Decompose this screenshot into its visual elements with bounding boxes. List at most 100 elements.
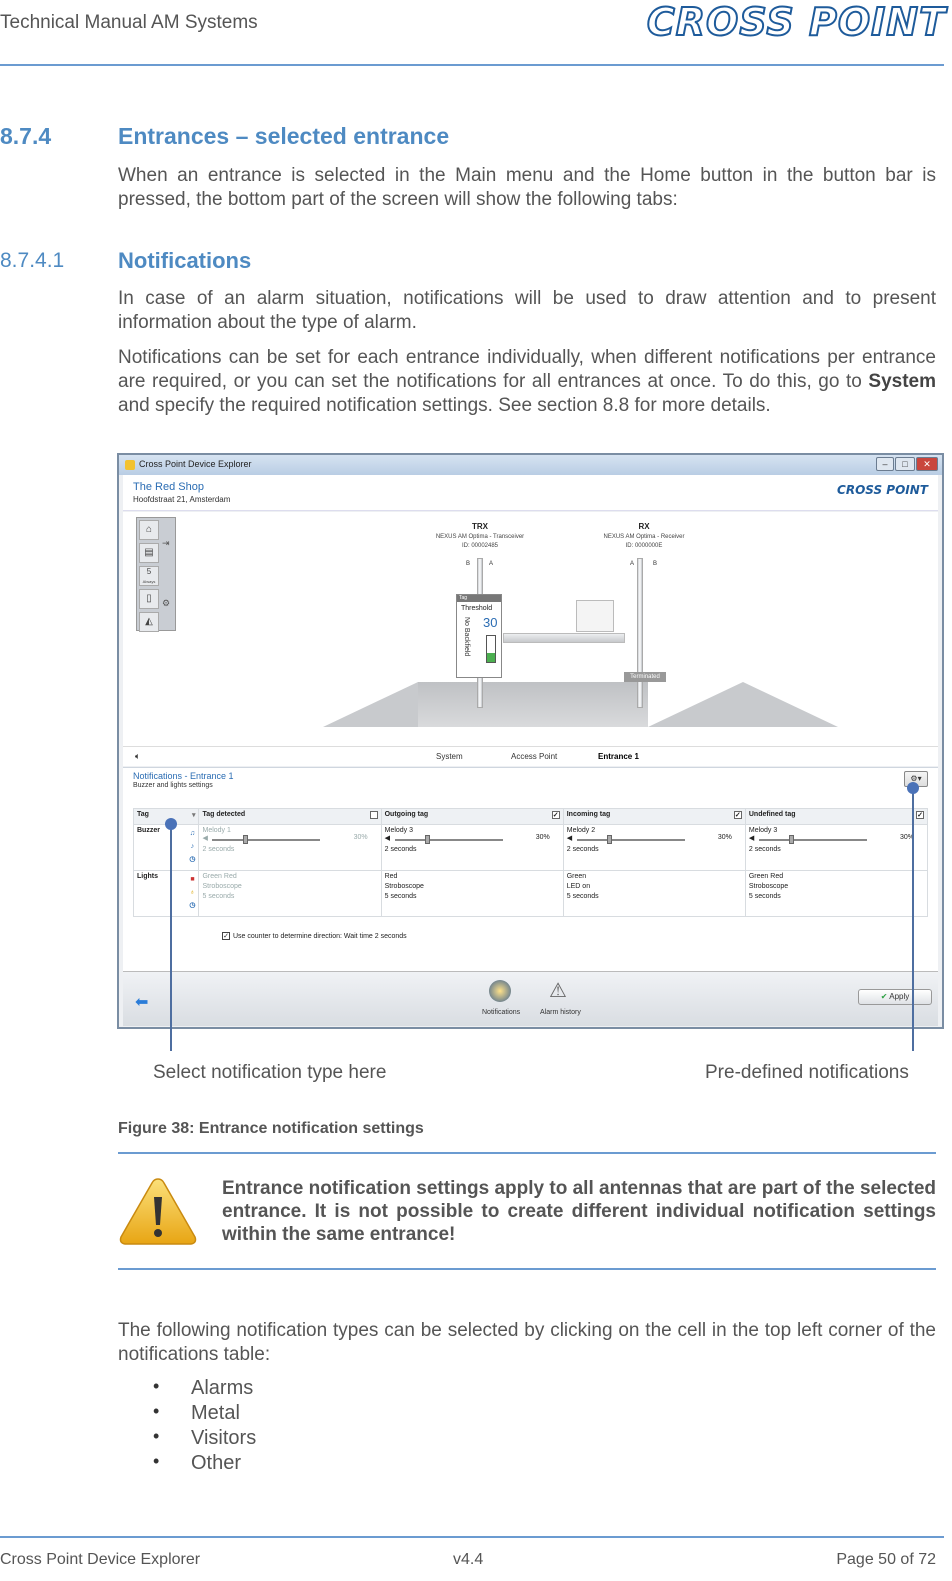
- notifications-table-header: Tag ▾ Tag detected Outgoing tag ✓ Incoming…: [132, 808, 929, 825]
- buzzer-cell-outgoing[interactable]: Melody 3 ◀ 30% 2 seconds: [380, 824, 564, 871]
- header-undefined-tag[interactable]: Undefined tag ✓: [744, 808, 929, 825]
- alarm-history-button-label[interactable]: Alarm history: [540, 1009, 581, 1016]
- header-tag-detected[interactable]: Tag detected: [198, 808, 382, 825]
- list-item: Alarms: [153, 1376, 256, 1402]
- notifications-panel: Notifications - Entrance 1 Buzzer and li…: [123, 767, 938, 971]
- callout-label-left: Select notification type here: [153, 1062, 387, 1083]
- threshold-level-bar: [486, 635, 496, 663]
- callout-label-right: Pre-defined notifications: [705, 1062, 909, 1083]
- rx-side-b: B: [653, 561, 658, 567]
- notifications-panel-subtitle: Buzzer and lights settings: [133, 782, 213, 789]
- notifications-para-2: Notifications can be set for each entran…: [118, 347, 936, 416]
- shop-name: The Red Shop: [133, 481, 204, 493]
- lights-cell-outgoing[interactable]: Red Stroboscope 5 seconds: [380, 870, 564, 917]
- speaker-icon[interactable]: 🔈︎: [135, 751, 140, 762]
- buzzer-cell-incoming[interactable]: Melody 2 ◀ 30% 2 seconds: [562, 824, 746, 871]
- use-counter-option[interactable]: ✓ Use counter to determine direction: Wai…: [222, 932, 407, 940]
- section-number: 8.7.4: [0, 123, 52, 149]
- warning-rule-top: [118, 1152, 936, 1154]
- header-outgoing-tag[interactable]: Outgoing tag ✓: [380, 808, 564, 825]
- buzzer-cell-tag-detected[interactable]: Melody 1 ◀ 30% 2 seconds: [198, 824, 382, 871]
- notifications-panel-title: Notifications - Entrance 1: [133, 771, 234, 781]
- tag-detected-checkbox[interactable]: [369, 811, 378, 819]
- rx-antenna[interactable]: [637, 558, 643, 708]
- subsection-title: Notifications: [118, 248, 252, 273]
- shop-counter: [503, 633, 625, 643]
- outgoing-tag-checkbox[interactable]: ✓: [551, 811, 560, 819]
- app-brand-logo: CROSS POINT: [837, 483, 928, 497]
- maximize-button[interactable]: □: [895, 457, 915, 471]
- incoming-tag-checkbox[interactable]: ✓: [733, 811, 742, 819]
- system-keyword: System: [868, 371, 936, 392]
- warning-icon: [119, 1178, 197, 1245]
- lights-row: Lights ■ ♁ ◷ Green Red Stroboscope 5 second…: [132, 870, 929, 917]
- floor-center: [418, 682, 648, 727]
- counter-icon[interactable]: 5 Always: [139, 566, 159, 586]
- buzzer-cell-undefined[interactable]: Melody 3 ◀ 30% 2 seconds: [744, 824, 929, 871]
- window-title: Cross Point Device Explorer: [139, 459, 252, 469]
- undefined-tag-checkbox[interactable]: ✓: [916, 811, 924, 819]
- threshold-panel[interactable]: Tag Threshold 30 No Backfield: [456, 594, 502, 678]
- callout-dot-left: [165, 818, 177, 830]
- trx-side-a: A: [489, 561, 494, 567]
- minimize-button[interactable]: –: [876, 457, 894, 471]
- close-button[interactable]: ✕: [916, 457, 938, 471]
- lights-cell-incoming[interactable]: Green LED on 5 seconds: [562, 870, 746, 917]
- trx-title: TRX: [472, 522, 488, 531]
- warning-rule-bottom: [118, 1268, 936, 1270]
- callout-line-right: [912, 787, 914, 1051]
- trx-id: ID: 00002485: [461, 543, 499, 549]
- notifications-icon[interactable]: [489, 980, 511, 1002]
- side-toolbar: ⌂ ▤ 5 Always ▯ ◭ ⇥ ⚙: [136, 517, 176, 632]
- callout-dot-right: [907, 782, 919, 794]
- trx-subtitle: NEXUS AM Optima - Transceiver: [435, 534, 525, 540]
- apply-button[interactable]: ✔ Apply: [858, 989, 932, 1005]
- section-intro: When an entrance is selected in the Main…: [118, 165, 936, 210]
- footer-page-number: Page 50 of 72: [836, 1551, 936, 1568]
- bottom-button-bar: ⬅ Notifications ⚠ Alarm history ✔ Apply: [123, 971, 938, 1026]
- use-counter-wait-time[interactable]: 2 seconds: [375, 933, 407, 940]
- cross-point-logo: CROSS POINT: [646, 0, 946, 45]
- tab-entrance-1[interactable]: Entrance 1: [598, 752, 639, 761]
- section-title: Entrances – selected entrance: [118, 123, 450, 149]
- header-incoming-tag[interactable]: Incoming tag ✓: [562, 808, 746, 825]
- threshold-panel-header: Tag: [457, 595, 501, 602]
- window-titlebar: Cross Point Device Explorer – □ ✕: [119, 455, 942, 475]
- lights-cell-undefined[interactable]: Green Red Stroboscope 5 seconds: [744, 870, 929, 917]
- warning-triangle-icon[interactable]: ⚠: [549, 978, 567, 1003]
- warning-text: Entrance notification settings apply to …: [222, 1178, 936, 1245]
- trx-side-b: B: [466, 561, 471, 567]
- volume-slider[interactable]: ◀ 30%: [749, 834, 924, 846]
- lights-cell-tag-detected[interactable]: Green Red Stroboscope 5 seconds: [198, 870, 382, 917]
- settings-icon[interactable]: ⚙: [162, 598, 170, 609]
- entrance-tabs-bar: 🔈︎ System Access Point Entrance 1: [123, 746, 938, 766]
- document-header-title: Technical Manual AM Systems: [0, 12, 258, 33]
- devices-icon[interactable]: ▤: [139, 543, 159, 563]
- back-arrow-icon[interactable]: ⬅: [135, 992, 148, 1012]
- rx-id: ID: 0000000E: [625, 543, 663, 549]
- tab-access-point[interactable]: Access Point: [511, 752, 557, 761]
- volume-slider[interactable]: ◀ 30%: [385, 834, 560, 846]
- notifications-para-1: In case of an alarm situation, notificat…: [118, 288, 936, 333]
- alarm-icon[interactable]: ◭: [139, 612, 159, 632]
- notifications-table: Tag ▾ Tag detected Outgoing tag ✓ Incoming…: [132, 808, 929, 917]
- subsection-number: 8.7.4.1: [0, 249, 65, 272]
- device-explorer-screenshot: Cross Point Device Explorer – □ ✕ The Re…: [117, 453, 944, 1029]
- volume-slider[interactable]: ◀ 30%: [202, 834, 377, 846]
- notifications-button-label[interactable]: Notifications: [482, 1009, 520, 1016]
- no-backfield-label: No Backfield: [463, 617, 470, 657]
- footer-version: v4.4: [453, 1551, 484, 1568]
- antenna-icon[interactable]: ▯: [139, 589, 159, 609]
- counter-monitor: [576, 600, 614, 632]
- footer-rule: [0, 1536, 944, 1538]
- buzzer-row-label: Buzzer ♫ ♪ ◷: [132, 824, 200, 871]
- figure-caption: Figure 38: Entrance notification setting…: [118, 1120, 424, 1137]
- terminated-badge: Terminated: [624, 672, 666, 682]
- tab-system[interactable]: System: [436, 752, 463, 761]
- rx-side-a: A: [630, 561, 635, 567]
- volume-slider[interactable]: ◀ 30%: [567, 834, 742, 846]
- use-counter-checkbox[interactable]: ✓: [222, 932, 230, 940]
- home-icon[interactable]: ⌂: [139, 520, 159, 540]
- export-icon[interactable]: ⇥: [162, 538, 170, 549]
- footer-left: Cross Point Device Explorer: [0, 1551, 201, 1568]
